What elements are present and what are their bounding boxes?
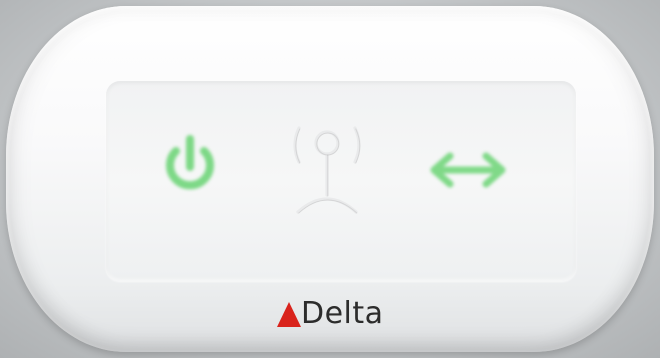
bidirectional-arrow-icon bbox=[430, 152, 506, 188]
power-icon bbox=[166, 135, 214, 190]
brand-name: Delta bbox=[301, 296, 384, 331]
delta-triangle-icon bbox=[277, 302, 301, 327]
wireless-antenna-icon bbox=[293, 126, 361, 214]
brand-logo: Delta bbox=[276, 294, 384, 334]
